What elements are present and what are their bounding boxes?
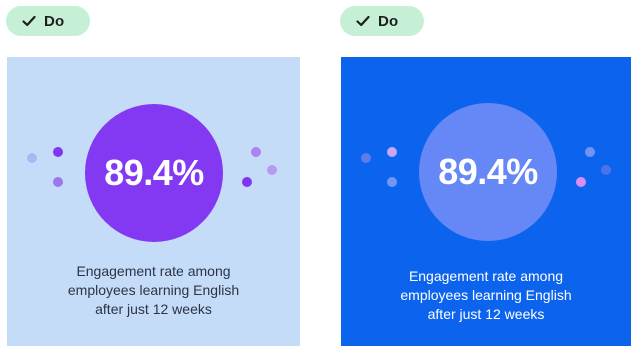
stat-circle: 89.4% <box>85 104 223 242</box>
example-card-dark: 89.4% Engagement rate among employees le… <box>341 57 631 346</box>
stat-value: 89.4% <box>438 151 538 192</box>
check-icon <box>356 15 370 27</box>
stat-caption: Engagement rate among employees learning… <box>341 267 631 324</box>
caption-line: Engagement rate among <box>76 263 231 279</box>
decorative-dot <box>267 165 277 175</box>
do-badge-label: Do <box>44 12 65 30</box>
stat-caption: Engagement rate among employees learning… <box>7 262 300 319</box>
decorative-dot <box>242 177 252 187</box>
decorative-dot <box>387 177 397 187</box>
decorative-dot <box>53 147 63 157</box>
stat-value: 89.4% <box>104 152 204 193</box>
caption-line: Engagement rate among <box>408 268 564 284</box>
example-card-light: 89.4% Engagement rate among employees le… <box>7 57 300 346</box>
decorative-dot <box>585 147 595 157</box>
decorative-dot <box>387 147 397 157</box>
decorative-dot <box>361 153 371 163</box>
do-badge-label: Do <box>378 12 399 30</box>
caption-line: after just 12 weeks <box>427 306 545 322</box>
caption-line: after just 12 weeks <box>95 301 212 317</box>
decorative-dot <box>576 177 586 187</box>
stat-circle: 89.4% <box>419 103 557 241</box>
decorative-dot <box>601 165 611 175</box>
decorative-dot <box>27 153 37 163</box>
do-badge-left: Do <box>6 6 90 36</box>
decorative-dot <box>251 147 261 157</box>
do-badge-right: Do <box>340 6 424 36</box>
decorative-dot <box>53 177 63 187</box>
caption-line: employees learning English <box>400 287 572 303</box>
check-icon <box>22 15 36 27</box>
caption-line: employees learning English <box>67 282 240 298</box>
